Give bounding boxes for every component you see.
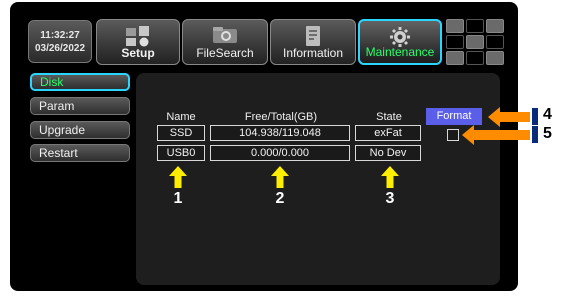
tab-maintenance[interactable]: Maintenance xyxy=(358,19,442,65)
tab-information[interactable]: Information xyxy=(270,19,356,65)
row-ssd-state: exFat xyxy=(355,125,421,141)
tab-filesearch[interactable]: FileSearch xyxy=(182,19,268,65)
callout-arrow-up-icon xyxy=(271,166,289,188)
sidebar-item-label: Disk xyxy=(40,75,64,89)
sidebar-item-label: Param xyxy=(39,99,75,113)
format-button[interactable]: Format xyxy=(426,108,482,125)
callout-number-3: 3 xyxy=(385,190,395,207)
format-checkbox[interactable] xyxy=(447,129,459,141)
sidebar-item-disk[interactable]: Disk xyxy=(30,73,130,91)
sidebar-item-param[interactable]: Param xyxy=(30,97,130,115)
sidebar-item-label: Restart xyxy=(39,146,78,160)
callout-arrow-left-icon xyxy=(488,107,530,127)
header-name: Name xyxy=(166,111,196,123)
folder-search-icon xyxy=(211,25,239,48)
dvr-screen: 11:32:27 03/26/2022 Setup FileSearch Inf… xyxy=(0,0,561,297)
callout-number-5: 5 xyxy=(543,125,552,142)
row-ssd-name: SSD xyxy=(157,125,205,141)
callout-marker-5 xyxy=(532,126,538,143)
tab-filesearch-label: FileSearch xyxy=(196,46,254,60)
clock-display: 11:32:27 03/26/2022 xyxy=(28,20,92,63)
callout-number-1: 1 xyxy=(173,190,183,207)
callout-arrow-up-icon xyxy=(381,166,399,188)
sidebar-item-restart[interactable]: Restart xyxy=(30,144,130,162)
tab-setup-label: Setup xyxy=(121,46,155,60)
row-usb0-name: USB0 xyxy=(157,145,205,161)
header-free-total: Free/Total(GB) xyxy=(244,111,318,123)
callout-marker-4 xyxy=(532,108,538,125)
row-usb0-free-total: 0.000/0.000 xyxy=(210,145,350,161)
callout-arrow-up-icon xyxy=(169,166,187,188)
row-ssd-free-total: 104.938/119.048 xyxy=(210,125,350,141)
disk-panel xyxy=(136,73,500,285)
clock-time: 11:32:27 xyxy=(40,29,80,41)
header-state: State xyxy=(376,111,402,123)
tab-maintenance-label: Maintenance xyxy=(365,45,435,59)
sidebar-item-upgrade[interactable]: Upgrade xyxy=(30,121,130,139)
callout-number-4: 4 xyxy=(543,106,552,123)
clock-date: 03/26/2022 xyxy=(34,42,86,54)
tab-information-label: Information xyxy=(282,46,344,60)
row-usb0-state: No Dev xyxy=(355,145,421,161)
tab-setup[interactable]: Setup xyxy=(96,19,180,65)
sidebar-item-label: Upgrade xyxy=(39,123,86,137)
callout-number-2: 2 xyxy=(275,190,285,207)
callout-arrow-left-icon xyxy=(462,125,530,145)
decorative-checker-pattern xyxy=(446,19,506,65)
